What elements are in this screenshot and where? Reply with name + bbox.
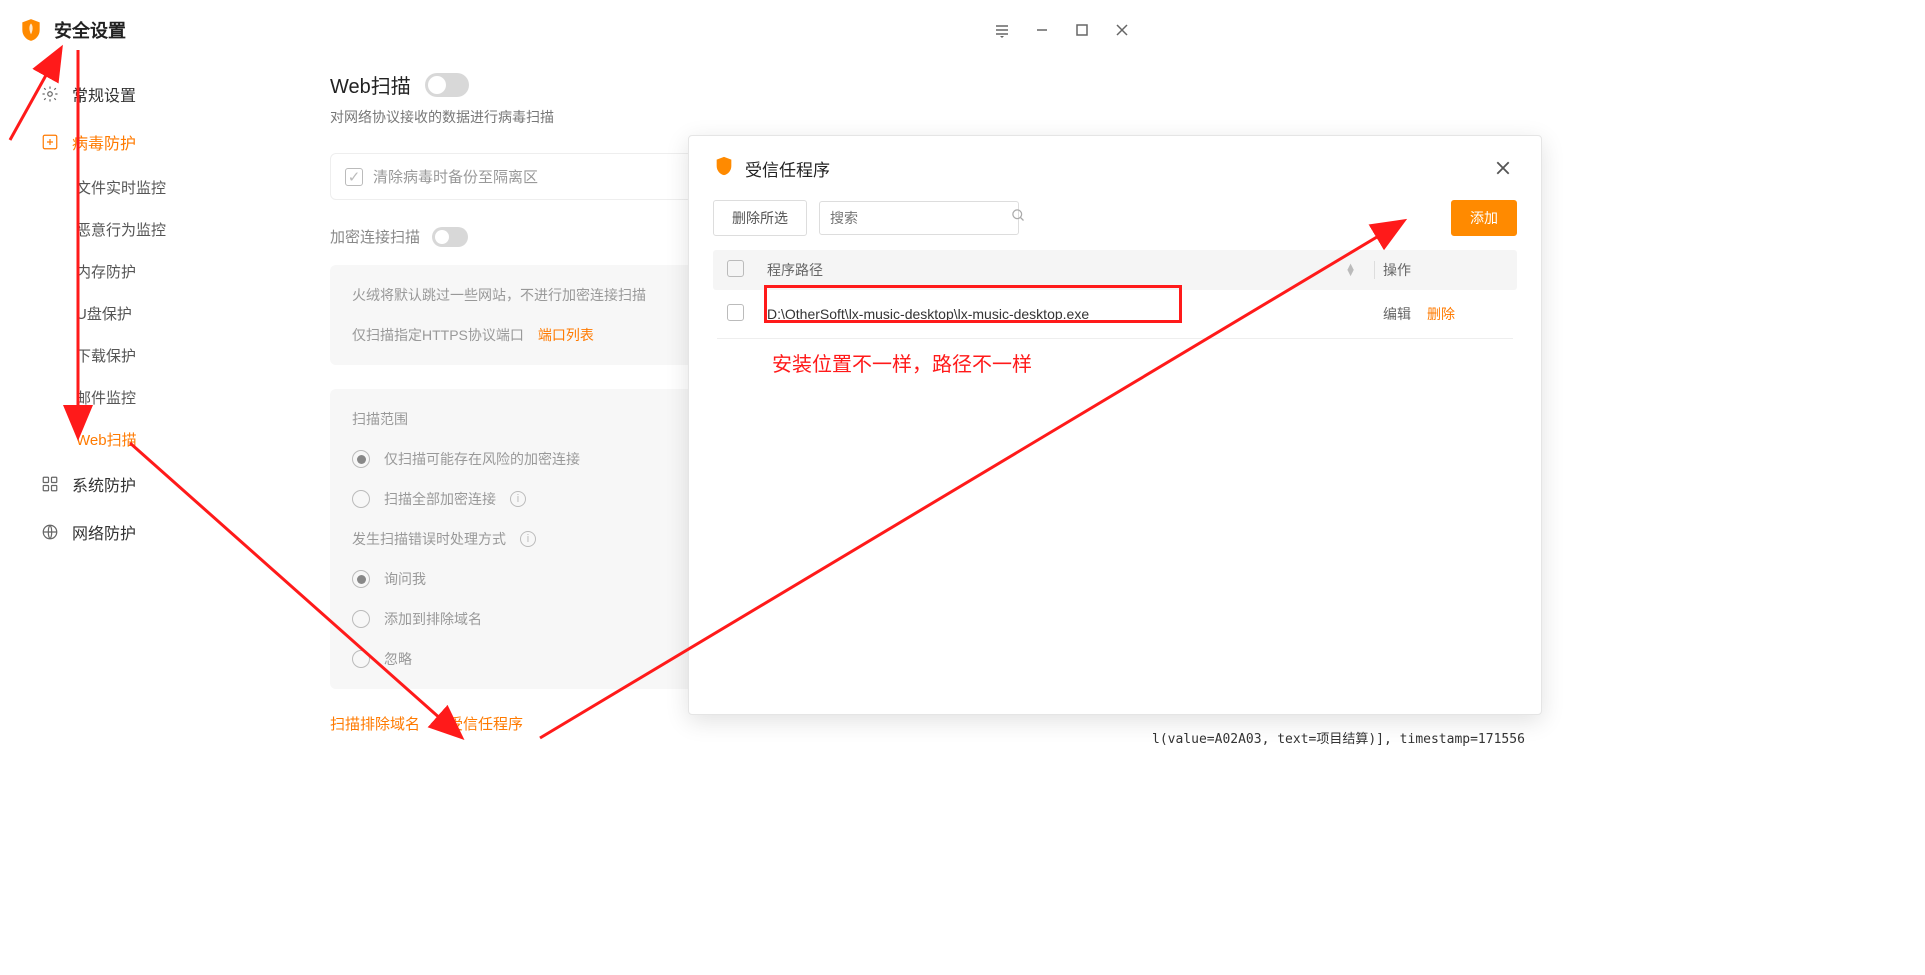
label: 忽略 bbox=[384, 649, 412, 669]
col-path-label[interactable]: 程序路径 bbox=[767, 260, 823, 280]
section-desc: 对网络协议接收的数据进行病毒扫描 bbox=[330, 107, 1130, 127]
radio-ignore[interactable] bbox=[352, 650, 370, 668]
delete-selected-button[interactable]: 删除所选 bbox=[713, 200, 807, 236]
encrypt-scan-toggle[interactable] bbox=[432, 227, 468, 247]
sort-icon[interactable]: ▲▼ bbox=[1345, 264, 1356, 276]
sidebar-sub-download[interactable]: 下载保护 bbox=[0, 334, 300, 376]
dialog-close-button[interactable] bbox=[1489, 154, 1517, 182]
checkbox-icon: ✓ bbox=[345, 168, 363, 186]
row-checkbox[interactable] bbox=[727, 304, 744, 321]
sidebar: 常规设置 病毒防护 文件实时监控 恶意行为监控 内存防护 U盘保护 下载保护 邮… bbox=[0, 60, 300, 780]
add-button[interactable]: 添加 bbox=[1451, 200, 1517, 236]
dialog-shield-icon bbox=[713, 155, 735, 182]
dialog-title: 受信任程序 bbox=[745, 156, 830, 181]
search-box[interactable] bbox=[819, 201, 1019, 235]
select-all-checkbox[interactable] bbox=[727, 260, 744, 277]
https-port-label: 仅扫描指定HTTPS协议端口 bbox=[352, 325, 524, 345]
search-icon bbox=[1011, 208, 1026, 228]
info-icon[interactable]: i bbox=[520, 531, 536, 547]
radio-scan-all[interactable] bbox=[352, 490, 370, 508]
sidebar-sub-realtime[interactable]: 文件实时监控 bbox=[0, 166, 300, 208]
titlebar: 安全设置 bbox=[0, 0, 1160, 60]
annotation-note: 安装位置不一样，路径不一样 bbox=[772, 348, 1032, 377]
table-header: 程序路径 ▲▼ 操作 bbox=[713, 250, 1517, 290]
row-path: D:\OtherSoft\lx-music-desktop\lx-music-d… bbox=[767, 306, 1383, 322]
radio-risk-only[interactable] bbox=[352, 450, 370, 468]
col-ops-label: 操作 bbox=[1383, 260, 1503, 280]
label: 询问我 bbox=[384, 569, 426, 589]
label: 网络防护 bbox=[72, 520, 136, 544]
search-input[interactable] bbox=[830, 210, 1011, 226]
bottom-links: 扫描排除域名 受信任程序 bbox=[330, 713, 1130, 734]
error-handling-title: 发生扫描错误时处理方式 bbox=[352, 529, 506, 549]
label: 病毒防护 bbox=[72, 130, 136, 154]
menu-icon[interactable] bbox=[982, 10, 1022, 50]
trusted-programs-link[interactable]: 受信任程序 bbox=[448, 713, 523, 734]
port-list-link[interactable]: 端口列表 bbox=[538, 325, 594, 345]
section-title: Web扫描 bbox=[330, 70, 411, 99]
sidebar-sub-memory[interactable]: 内存防护 bbox=[0, 250, 300, 292]
sidebar-item-general[interactable]: 常规设置 bbox=[0, 70, 300, 118]
label: 常规设置 bbox=[72, 82, 136, 106]
web-scan-toggle[interactable] bbox=[425, 73, 469, 97]
delete-link[interactable]: 删除 bbox=[1427, 304, 1455, 324]
trusted-programs-dialog: 受信任程序 删除所选 添加 程序路径 ▲▼ 操作 D:\OtherSoft\lx… bbox=[688, 135, 1542, 715]
sidebar-item-virus[interactable]: 病毒防护 bbox=[0, 118, 300, 166]
sidebar-sub-web[interactable]: Web扫描 bbox=[0, 418, 300, 460]
radio-add-exclude[interactable] bbox=[352, 610, 370, 628]
label: 扫描全部加密连接 bbox=[384, 489, 496, 509]
gear-icon bbox=[40, 84, 60, 104]
sidebar-sub-behavior[interactable]: 恶意行为监控 bbox=[0, 208, 300, 250]
plus-box-icon bbox=[40, 132, 60, 152]
close-button[interactable] bbox=[1102, 10, 1142, 50]
encrypt-scan-label: 加密连接扫描 bbox=[330, 226, 420, 247]
info-icon[interactable]: i bbox=[510, 491, 526, 507]
minimize-button[interactable] bbox=[1022, 10, 1062, 50]
maximize-button[interactable] bbox=[1062, 10, 1102, 50]
sidebar-sub-mail[interactable]: 邮件监控 bbox=[0, 376, 300, 418]
app-title: 安全设置 bbox=[54, 17, 126, 43]
code-fragment: l(value=A02A03, text=项目结算)], timestamp=1… bbox=[1152, 728, 1525, 747]
table-row: D:\OtherSoft\lx-music-desktop\lx-music-d… bbox=[713, 290, 1517, 338]
globe-icon bbox=[40, 522, 60, 542]
label: 添加到排除域名 bbox=[384, 609, 482, 629]
radio-ask-me[interactable] bbox=[352, 570, 370, 588]
grid-icon bbox=[40, 474, 60, 494]
label: 清除病毒时备份至隔离区 bbox=[373, 166, 538, 187]
exclude-domain-link[interactable]: 扫描排除域名 bbox=[330, 713, 420, 734]
app-shield-icon bbox=[18, 17, 44, 43]
sidebar-sub-usb[interactable]: U盘保护 bbox=[0, 292, 300, 334]
sidebar-item-network[interactable]: 网络防护 bbox=[0, 508, 300, 556]
edit-link[interactable]: 编辑 bbox=[1383, 304, 1411, 324]
label: 系统防护 bbox=[72, 472, 136, 496]
label: 仅扫描可能存在风险的加密连接 bbox=[384, 449, 580, 469]
sidebar-item-system[interactable]: 系统防护 bbox=[0, 460, 300, 508]
